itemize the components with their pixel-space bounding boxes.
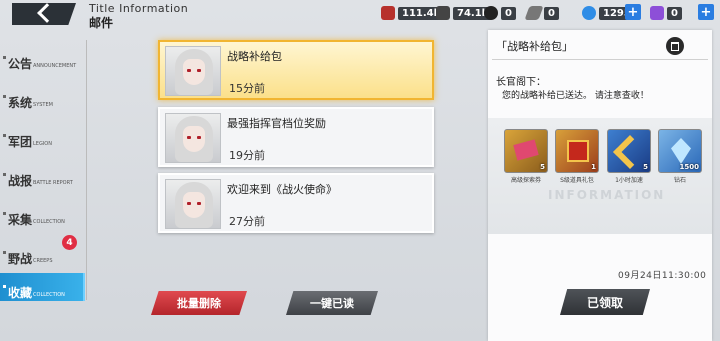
back-button[interactable] [12,3,76,25]
oil-icon [484,6,498,20]
food-icon [381,6,395,20]
divider [492,59,708,60]
claimed-button[interactable]: 已领取 [560,289,650,315]
attachment-label: S级道具礼包 [560,177,594,184]
diamond-icon [582,6,596,20]
sidebar-item-collection[interactable]: 采集 COLLECTION [0,200,85,228]
bullet-icon [3,212,6,215]
bullet-icon [3,95,6,98]
diamond-icon [671,138,691,164]
sender-avatar [165,179,221,229]
mark-all-read-button[interactable]: 一键已读 [286,291,378,315]
mail-list-item[interactable]: 最强指挥官档位奖励 19分前 [158,107,434,167]
crystal-icon [650,6,664,20]
trash-icon [671,41,679,51]
resource-crystal: 0 [650,5,682,21]
attachments-area: INFORMATION 5 高级探索券 1 S级道具礼包 5 1小时加速 150… [488,118,712,234]
resource-food: 111.4k [381,5,445,21]
speedup-icon [613,135,647,169]
attachment-label: 高级探索券 [510,177,541,184]
resource-steel: 0 [524,5,559,21]
bullet-icon [3,285,6,288]
sender-avatar [165,113,221,163]
sidebar-item-creeps[interactable]: 野战 CREEPS 4 [0,235,85,267]
sidebar-item-battle-report[interactable]: 战报 BATTLE REPORT [0,161,85,189]
gift-box-icon [567,140,589,162]
mail-subject: 欢迎来到《战火使命》 [227,183,337,196]
watermark-text: INFORMATION [548,188,666,202]
mail-time: 15分前 [229,82,265,95]
add-diamond-button[interactable]: + [625,4,641,20]
sidebar-item-system[interactable]: 系统 SYSTEM [0,83,85,111]
mail-list-item[interactable]: 欢迎来到《战火使命》 27分前 [158,173,434,233]
attachment-label: 钻石 [673,177,686,184]
top-bar: Title Information 邮件 111.4k 74.1k 0 0 12… [0,0,720,30]
bullet-icon [3,134,6,137]
sidebar-item-announcement[interactable]: 公告 ANNOUNCEMENT [0,44,85,72]
bullet-icon [3,251,6,254]
resource-oil: 0 [484,5,516,21]
sidebar-item-legion[interactable]: 军团 LEGION [0,122,85,150]
ticket-icon [513,139,539,161]
attachment-item[interactable]: 5 [504,129,548,173]
sidebar-item-favorites[interactable]: 收藏 COLLECTION [0,273,85,301]
mail-subject: 战略补给包 [227,50,282,63]
wood-icon [436,6,450,20]
mail-list-item[interactable]: 战略补给包 15分前 [158,40,434,100]
mail-detail-title: 「战略补给包」 [496,40,573,53]
attachment-item[interactable]: 1500 [658,129,702,173]
mail-date: 09月24日11:30:00 [618,271,707,281]
attachment-item[interactable]: 1 [555,129,599,173]
mail-time: 19分前 [229,149,265,162]
mail-body: 您的战略补给已送达。 请注意查收！ [502,91,649,101]
add-crystal-button[interactable]: + [698,4,714,20]
bullet-icon [3,173,6,176]
mail-greeting: 长官阁下： [496,77,546,88]
steel-icon [524,6,544,20]
page-title: 邮件 [89,16,114,30]
mail-subject: 最强指挥官档位奖励 [227,117,326,130]
sidebar-divider [86,40,87,300]
bullet-icon [3,56,6,59]
mail-detail-panel: 「战略补给包」 长官阁下： 您的战略补给已送达。 请注意查收！ INFORMAT… [488,30,712,341]
unread-badge: 4 [62,235,77,250]
chevron-left-icon [37,3,57,23]
attachment-label: 1小时加速 [615,177,643,184]
batch-delete-button[interactable]: 批量删除 [151,291,247,315]
sender-avatar [165,46,221,96]
mail-time: 27分前 [229,215,265,228]
attachment-item[interactable]: 5 [607,129,651,173]
delete-mail-button[interactable] [666,37,684,55]
